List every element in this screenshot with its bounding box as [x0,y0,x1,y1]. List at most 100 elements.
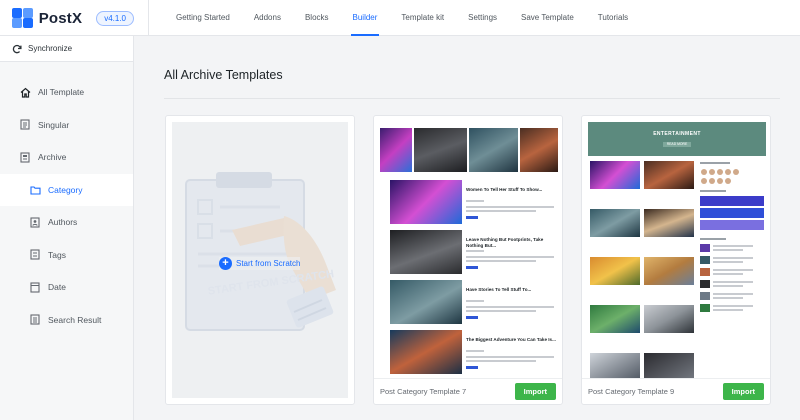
post-excerpt [466,206,554,208]
post-thumbnail [590,257,640,285]
sidebar-item-label: Category [48,184,83,195]
post-meta [466,200,484,202]
read-more-chip [466,366,478,369]
start-from-scratch-card[interactable]: START FROM SCRATCH + Start from Scratch [165,115,355,405]
post-title: The Biggest Adventure You Can Take Is... [466,337,556,342]
template-9-footer: Post Category Template 9 Import [582,378,770,404]
sidebar-item-archive[interactable]: Archive [0,141,133,174]
brand: PostX v4.1.0 [12,0,134,36]
post-thumbnail [644,305,694,333]
post-thumbnail [390,230,462,274]
sidebar-item-category[interactable]: Category [0,173,133,206]
sidebar-item-label: Search Result [48,314,102,325]
sidebar-item-label: Tags [48,249,66,260]
folder-icon [28,183,42,197]
archive-icon [18,150,32,164]
import-button[interactable]: Import [722,383,764,400]
synchronize-button[interactable]: Synchronize [0,36,133,62]
template-7-post-row: Leave Nothing But Footprints, Take Nothi… [390,230,558,274]
search-icon [28,313,42,327]
post-title: Women To Tell Her Stuff To Show... [466,187,543,192]
sidebar: Synchronize All Template Singular Archiv… [0,36,134,420]
sidebar-item-label: Singular [38,119,70,130]
nav-tutorials[interactable]: Tutorials [586,0,640,36]
sidebar-item-all-template[interactable]: All Template [0,76,133,109]
nav-template-kit[interactable]: Template kit [389,0,456,36]
post-thumbnail [644,161,694,189]
template-name: Post Category Template 9 [588,387,675,396]
post-thumbnail [390,180,462,224]
template-card-7[interactable]: Women To Tell Her Stuff To Show... Leave… [373,115,563,405]
post-thumbnail [644,257,694,285]
template-7-footer: Post Category Template 7 Import [374,378,562,404]
template-7-preview: Women To Tell Her Stuff To Show... Leave… [380,122,558,378]
post-title: Leave Nothing But Footprints, Take Nothi… [466,237,544,248]
header-divider [148,0,149,36]
sidebar-list: All Template Singular Archive Category A… [0,76,133,336]
post-excerpt [466,260,536,262]
template-7-post-row: Women To Tell Her Stuff To Show... [390,180,558,224]
post-thumbnail [590,161,640,189]
template-9-header-sub: READ MORE [663,142,691,147]
template-9-sidebar-widgets [700,162,764,312]
synchronize-label: Synchronize [28,44,73,53]
home-icon [18,85,32,99]
post-thumbnail [644,353,694,378]
template-7-hero-strip [380,128,558,172]
sidebar-item-label: Authors [48,217,78,228]
post-excerpt [466,360,536,362]
nav-addons[interactable]: Addons [242,0,293,36]
nav-settings[interactable]: Settings [456,0,509,36]
nav-builder[interactable]: Builder [341,0,390,36]
top-nav: Getting Started Addons Blocks Builder Te… [164,0,640,36]
read-more-chip [466,316,478,319]
postx-logo-icon [12,8,33,28]
template-name: Post Category Template 7 [380,387,467,396]
template-card-9[interactable]: ENTERTAINMENT READ MORE Post Category Te… [581,115,771,405]
post-excerpt [466,310,536,312]
nav-save-template[interactable]: Save Template [509,0,586,36]
template-9-header: ENTERTAINMENT READ MORE [588,122,766,156]
plus-icon: + [219,257,232,270]
read-more-chip [466,266,478,269]
sidebar-item-authors[interactable]: Authors [0,206,133,239]
sidebar-item-label: All Template [38,87,85,98]
scratch-area: START FROM SCRATCH + Start from Scratch [172,122,348,398]
page-title: All Archive Templates [164,68,283,82]
template-7-post-row: The Biggest Adventure You Can Take Is... [390,330,558,374]
import-button[interactable]: Import [514,383,556,400]
post-excerpt [466,356,554,358]
post-excerpt [466,306,554,308]
version-badge: v4.1.0 [96,10,134,26]
sidebar-item-singular[interactable]: Singular [0,109,133,142]
post-thumbnail [390,280,462,324]
sidebar-item-tags[interactable]: Tags [0,239,133,272]
tag-icon [28,248,42,262]
calendar-icon [28,280,42,294]
post-thumbnail [590,209,640,237]
post-meta [466,300,484,302]
start-from-scratch-button[interactable]: + Start from Scratch [219,257,301,270]
template-7-post-row: Have Stories To Tell Stuff To... [390,280,558,324]
title-divider [164,98,780,99]
document-icon [18,118,32,132]
sidebar-item-label: Date [48,282,66,293]
nav-blocks[interactable]: Blocks [293,0,341,36]
post-thumbnail [590,353,640,378]
post-thumbnail [590,305,640,333]
template-9-preview: ENTERTAINMENT READ MORE [588,122,766,378]
sync-icon [12,44,22,53]
template-9-header-title: ENTERTAINMENT [653,131,701,137]
top-bar: PostX v4.1.0 Getting Started Addons Bloc… [0,0,800,36]
brand-name: PostX [38,9,83,27]
user-icon [28,215,42,229]
sidebar-item-search-result[interactable]: Search Result [0,304,133,337]
sidebar-item-date[interactable]: Date [0,271,133,304]
sidebar-item-label: Archive [38,152,67,163]
post-meta [466,350,484,352]
post-thumbnail [390,330,462,374]
post-title: Have Stories To Tell Stuff To... [466,287,532,292]
nav-getting-started[interactable]: Getting Started [164,0,242,36]
read-more-chip [466,216,478,219]
post-excerpt [466,210,536,212]
